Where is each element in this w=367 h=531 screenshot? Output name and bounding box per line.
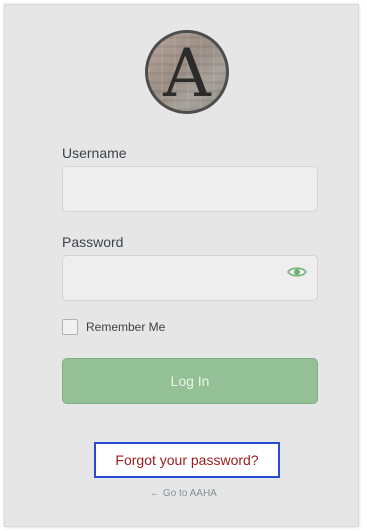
username-label: Username (62, 145, 127, 161)
go-to-site-link[interactable]: ← Go to AAHA (0, 488, 367, 499)
login-button[interactable]: Log In (62, 358, 318, 404)
remember-me-label: Remember Me (86, 320, 166, 334)
logo-letter: A (163, 35, 211, 112)
site-logo: A (145, 30, 229, 114)
username-input[interactable] (62, 166, 318, 212)
eye-icon[interactable] (287, 265, 307, 279)
password-label: Password (62, 234, 124, 250)
remember-me-checkbox[interactable] (62, 319, 78, 335)
forgot-password-link[interactable]: Forgot your password? (94, 442, 280, 478)
password-input[interactable] (62, 255, 318, 301)
